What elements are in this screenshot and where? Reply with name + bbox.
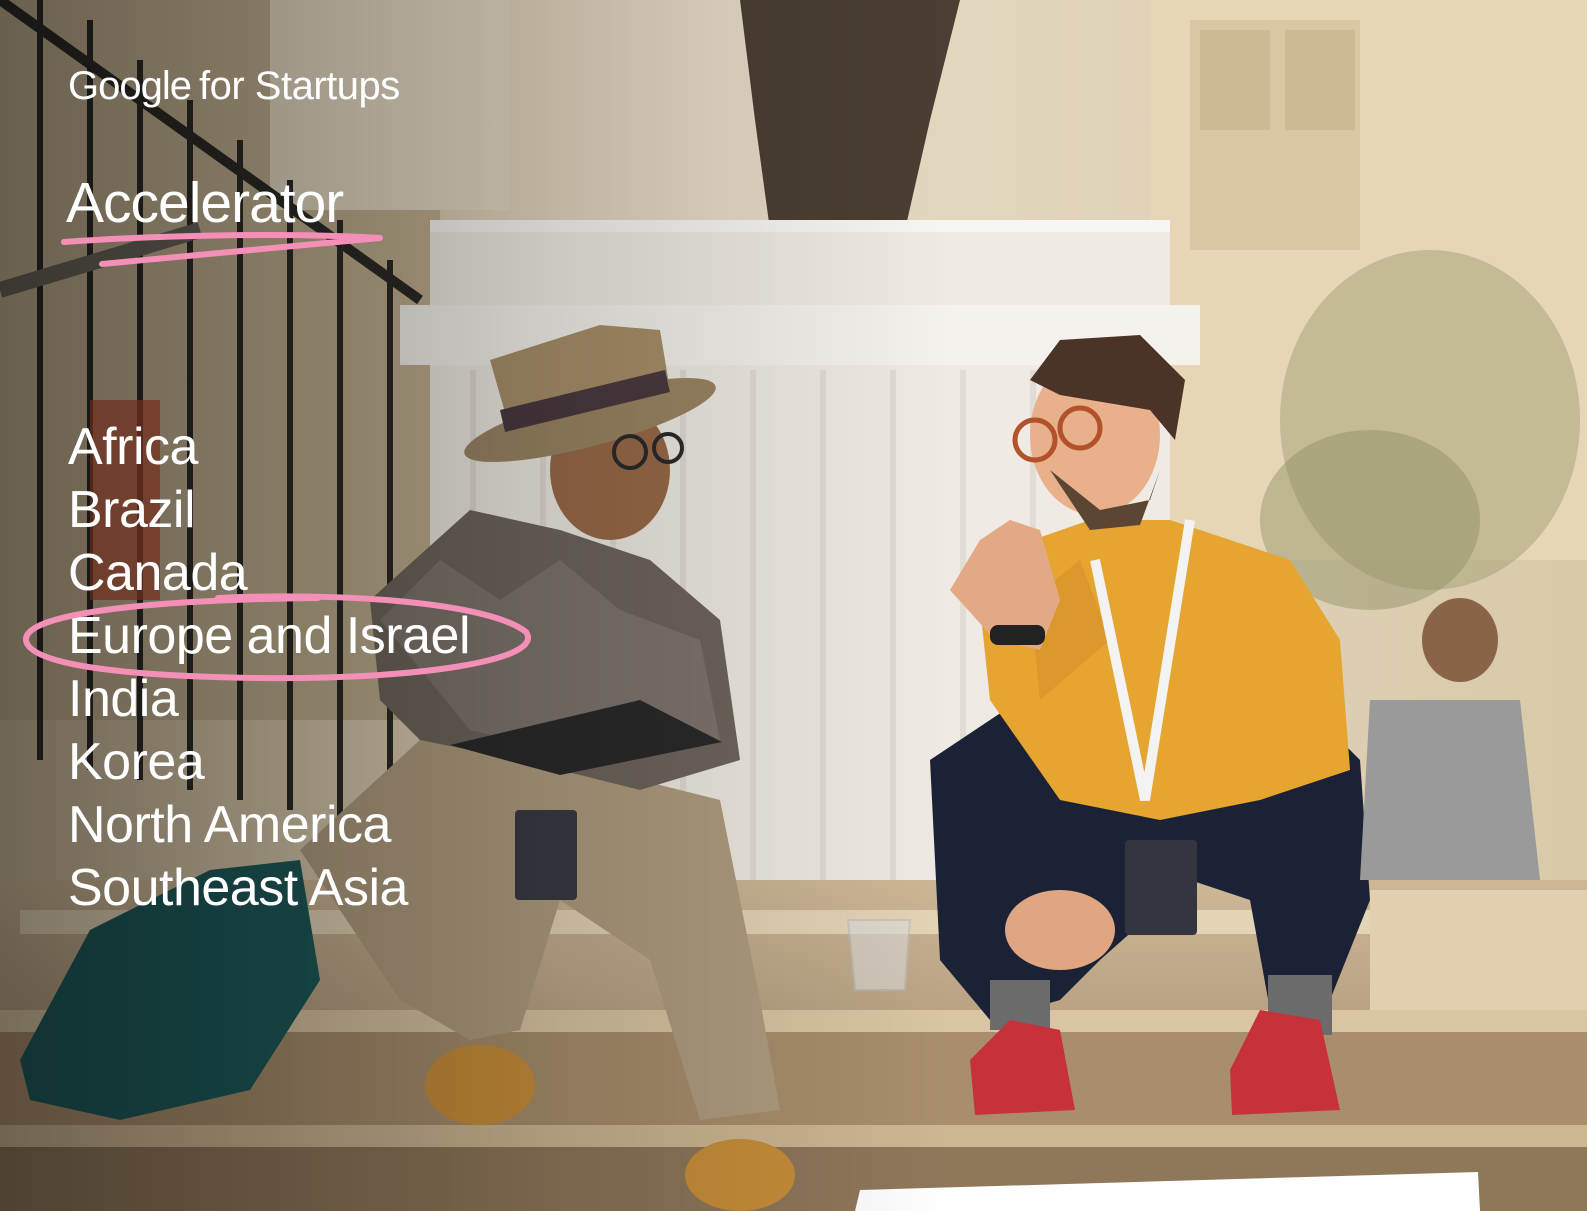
region-item-north-america[interactable]: North America [68, 794, 470, 857]
google-for-startups-logo[interactable]: Google for Startups [68, 62, 400, 110]
region-list: Africa Brazil Canada Europe and Israel I… [68, 416, 471, 920]
region-item-europe-and-israel[interactable]: Europe and Israel [68, 605, 471, 668]
region-item-brazil[interactable]: Brazil [68, 479, 470, 542]
region-item-india[interactable]: India [68, 668, 470, 731]
brand-google: Google [68, 64, 192, 108]
region-item-canada[interactable]: Canada [68, 542, 470, 605]
region-item-africa[interactable]: Africa [68, 416, 470, 479]
program-title: Accelerator [66, 171, 344, 235]
region-item-korea[interactable]: Korea [68, 731, 470, 794]
region-item-southeast-asia[interactable]: Southeast Asia [68, 857, 470, 920]
brand-product: for Startups [198, 64, 400, 108]
